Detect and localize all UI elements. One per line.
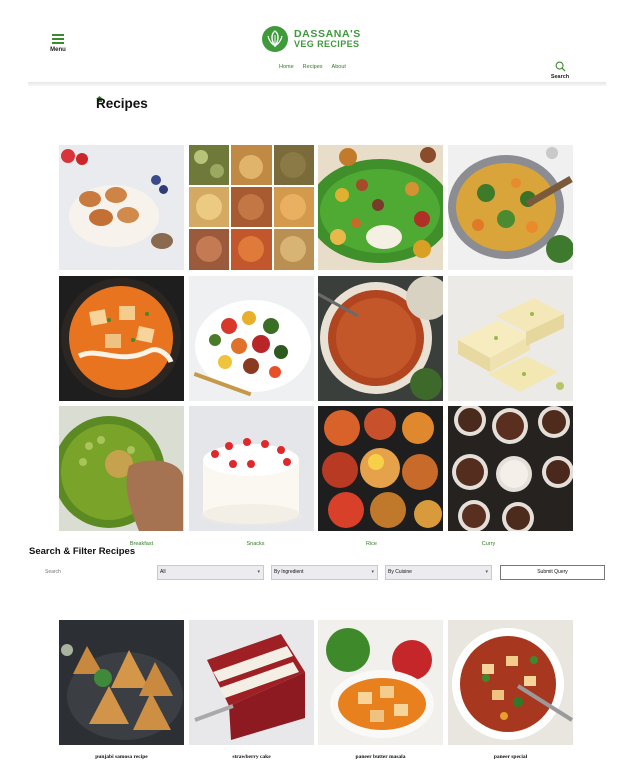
cuisine-select-value: By Cuisine	[388, 569, 412, 575]
chevron-down-icon: ▾	[485, 569, 488, 575]
menu-label: Menu	[50, 46, 66, 53]
ingredient-select-value: By Ingredient	[274, 569, 304, 575]
recipe-image-paneer-special[interactable]	[448, 620, 573, 745]
category-image-breakfast-pancakes[interactable]	[59, 145, 184, 270]
submit-query-button[interactable]: Submit Query	[500, 565, 605, 580]
site-logo[interactable]: DASSANA'S VEG RECIPES	[262, 26, 361, 52]
category-image-dal-bowl[interactable]	[318, 276, 443, 401]
category-select[interactable]: All ▾	[157, 565, 264, 580]
search-button[interactable]: Search	[549, 61, 571, 80]
nav-recipes-link[interactable]: Recipes	[303, 64, 323, 70]
logo-line-2: VEG RECIPES	[294, 39, 360, 49]
category-select-value: All	[160, 569, 166, 575]
main-nav: Home Recipes About	[279, 64, 346, 70]
category-image-cake[interactable]	[189, 406, 314, 531]
logo-text: DASSANA'S VEG RECIPES	[294, 29, 361, 49]
category-image-rice-thali[interactable]	[318, 145, 443, 270]
recipe-image-punjabi-samosa[interactable]	[59, 620, 184, 745]
category-image-chocolate-pudding[interactable]	[448, 406, 573, 531]
recipe-image-paneer-butter-masala[interactable]	[318, 620, 443, 745]
category-label-rice[interactable]: Rice	[309, 541, 434, 547]
category-image-burfi-sweets[interactable]	[448, 276, 573, 401]
category-image-paneer-butter-masala[interactable]	[59, 276, 184, 401]
cuisine-select[interactable]: By Cuisine ▾	[385, 565, 492, 580]
page-title: Recipes	[96, 96, 148, 111]
site-header: Menu DASSANA'S VEG RECIPES Home Recipes …	[28, 0, 606, 84]
category-image-curry-pot[interactable]	[448, 145, 573, 270]
recipe-search-input[interactable]	[42, 565, 152, 579]
search-label: Search	[550, 74, 570, 80]
menu-button[interactable]: Menu	[44, 34, 72, 53]
category-label-snacks[interactable]: Snacks	[193, 541, 318, 547]
chevron-down-icon: ▾	[371, 569, 374, 575]
category-image-roasted-vegetables[interactable]	[189, 276, 314, 401]
recipe-image-strawberry-cake[interactable]	[189, 620, 314, 745]
recipe-title-paneer-special[interactable]: paneer special	[448, 754, 573, 760]
category-image-snacks-collage[interactable]	[189, 145, 314, 270]
category-image-pani-puri[interactable]	[59, 406, 184, 531]
category-label-curry[interactable]: Curry	[426, 541, 551, 547]
header-divider	[28, 82, 606, 86]
leaf-logo-icon	[262, 26, 288, 52]
category-image-indo-chinese-dishes[interactable]	[318, 406, 443, 531]
nav-about-link[interactable]: About	[332, 64, 346, 70]
hamburger-icon	[52, 34, 64, 44]
recipe-title-paneer-butter-masala[interactable]: paneer butter masala	[318, 754, 443, 760]
recipe-title-punjabi-samosa[interactable]: punjabi samosa recipe	[59, 754, 184, 760]
recipe-title-strawberry-cake[interactable]: strawberry cake	[189, 754, 314, 760]
search-icon	[555, 61, 566, 72]
filter-section-title: Search & Filter Recipes	[29, 546, 136, 557]
chevron-down-icon: ▾	[257, 569, 260, 575]
logo-line-1: DASSANA'S	[294, 28, 361, 40]
ingredient-select[interactable]: By Ingredient ▾	[271, 565, 378, 580]
nav-home-link[interactable]: Home	[279, 64, 294, 70]
